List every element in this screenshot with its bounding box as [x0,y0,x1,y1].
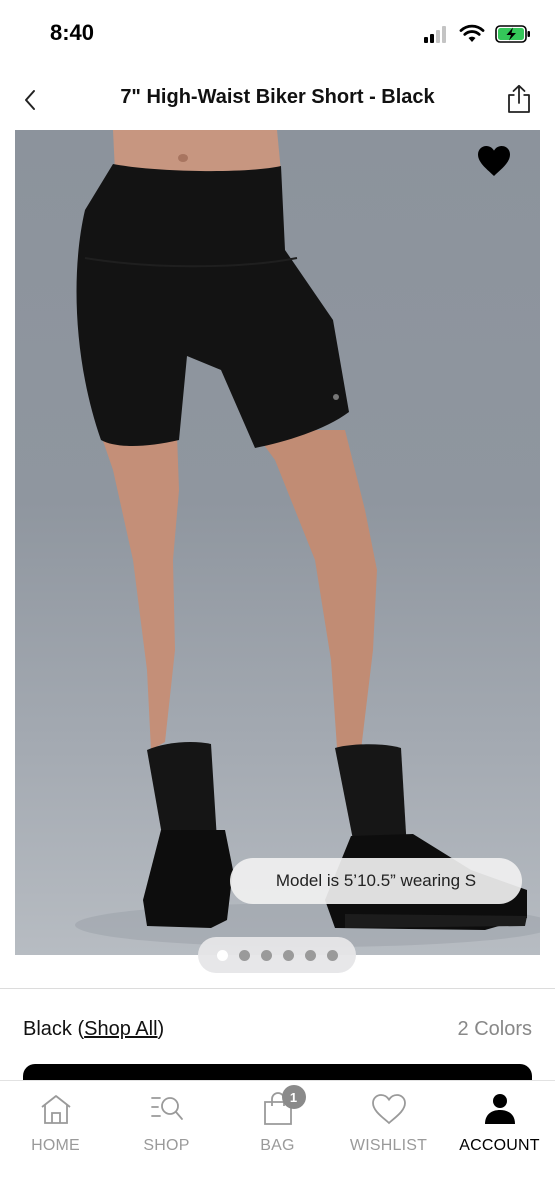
wifi-icon [459,24,485,42]
status-icons [423,24,531,44]
carousel-dot[interactable] [326,949,338,961]
share-icon [508,84,530,113]
tab-wishlist[interactable]: WISHLIST [333,1089,444,1159]
status-time: 8:40 [50,20,95,45]
tab-account[interactable]: ACCOUNT [444,1089,555,1159]
cellular-signal-icon [424,26,446,43]
carousel-dot[interactable] [238,949,250,961]
divider [0,988,555,989]
status-bar: 8:40 [0,0,555,70]
carousel-dot[interactable] [216,949,228,961]
model-info-pill: Model is 5’10.5” wearing S [230,858,522,904]
tab-label: BAG [260,1137,295,1154]
product-photo [75,130,540,947]
shop-all-close-paren: ) [157,1017,165,1040]
share-button[interactable] [503,82,535,116]
bag-count-badge: 1 [281,1085,306,1109]
color-row: Black (Shop All) 2 Colors [23,1016,532,1042]
home-icon [40,1095,71,1124]
product-image[interactable]: Model is 5’10.5” wearing S [15,130,540,955]
carousel-dot[interactable] [304,949,316,961]
tab-label: ACCOUNT [459,1137,540,1154]
tab-label: HOME [31,1137,80,1154]
shop-all-open-paren: ( [71,1017,85,1040]
image-carousel-dots [198,937,356,973]
chevron-left-icon [25,90,35,110]
selected-color: Black (Shop All) [23,1018,164,1041]
tab-bag[interactable]: 1 BAG [222,1085,333,1159]
battery-charging-icon [495,25,530,43]
tab-shop[interactable]: SHOP [111,1089,222,1159]
color-count[interactable]: 2 Colors [458,1018,532,1041]
carousel-dot[interactable] [260,949,272,961]
account-icon [484,1094,515,1124]
tab-label: WISHLIST [349,1137,428,1154]
tab-label: SHOP [143,1137,190,1154]
page-title: 7" High-Waist Biker Short - Black [120,86,435,108]
bottom-tab-bar: HOME SHOP 1 BAG WISHLIST ACCOUNT [0,1080,555,1200]
selected-color-name: Black [23,1017,72,1040]
tab-home[interactable]: HOME [0,1089,111,1159]
shop-all-link[interactable]: Shop All [84,1018,157,1040]
heart-outline-icon [371,1094,406,1125]
nav-header: 7" High-Waist Biker Short - Black [0,70,555,130]
shop-search-icon [150,1097,183,1120]
back-button[interactable] [14,84,46,116]
carousel-dot[interactable] [282,949,294,961]
wishlist-heart-icon[interactable] [476,144,512,178]
